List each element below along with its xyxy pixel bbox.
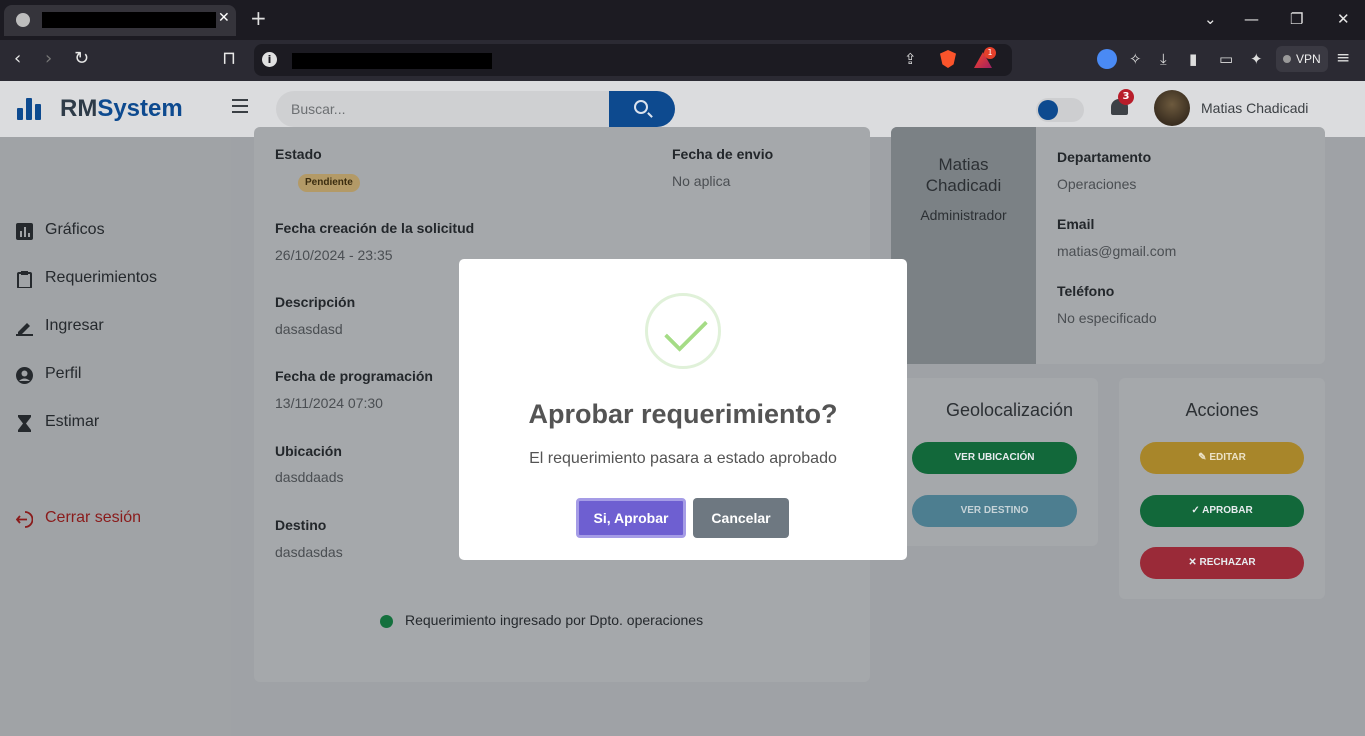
sidebar-toggle-icon[interactable]: ▮ [1189, 50, 1197, 68]
actions-title: Acciones [1185, 400, 1259, 420]
hourglass-icon [18, 415, 31, 432]
forward-icon[interactable]: › [45, 49, 52, 69]
fecha-programacion-label: Fecha de programación [275, 368, 433, 384]
ver-ubicacion-button[interactable]: VER UBICACIÓN [912, 442, 1077, 474]
rechazar-button[interactable]: ✕ RECHAZAR [1140, 547, 1304, 579]
extensions-icon[interactable]: ✧ [1129, 50, 1142, 68]
user-name[interactable]: Matias Chadicadi [1201, 100, 1308, 116]
tab-title-redacted [42, 12, 216, 28]
rewards-badge: 1 [984, 47, 996, 59]
bar-chart-icon [16, 223, 33, 240]
editar-button[interactable]: ✎ EDITAR [1140, 442, 1304, 474]
site-info-icon[interactable]: i [262, 52, 277, 67]
fecha-creacion-value: 26/10/2024 - 23:35 [275, 247, 393, 263]
cancel-button[interactable]: Cancelar [693, 498, 789, 538]
fecha-creacion-label: Fecha creación de la solicitud [275, 220, 475, 236]
user-circle-icon [16, 367, 33, 384]
telefono-value: No especificado [1057, 310, 1157, 326]
confirm-approve-button[interactable]: Si, Aprobar [576, 498, 686, 538]
download-icon[interactable]: ⤓ [1160, 50, 1167, 68]
destino-value: dasdasdas [275, 544, 343, 560]
ubicacion-value: dasddaads [275, 469, 344, 485]
fecha-envio-label: Fecha de envio [672, 146, 774, 162]
new-tab-button[interactable]: + [250, 8, 267, 28]
search-button[interactable] [609, 91, 675, 127]
dialog-title: Aprobar requerimiento? [528, 399, 838, 429]
descripcion-value: dasasdasd [275, 321, 343, 337]
reload-icon[interactable]: ↻ [74, 49, 89, 69]
browser-tab[interactable]: ✕ [4, 5, 236, 36]
wallet-icon[interactable]: ▭ [1219, 50, 1233, 68]
search-input[interactable]: Buscar... [276, 91, 610, 127]
geolocation-title: Geolocalización [945, 400, 1074, 420]
search-icon [634, 100, 648, 114]
vpn-button[interactable]: VPN [1276, 46, 1328, 72]
restore-icon[interactable]: ❐ [1290, 10, 1303, 28]
profile-role: Administrador [920, 207, 1007, 223]
globe-icon [16, 13, 30, 27]
telefono-label: Teléfono [1057, 283, 1115, 299]
pencil-icon [16, 323, 33, 336]
profile-name-line1: Matias [938, 155, 989, 174]
sidebar: Gráficos Requerimientos Ingresar Perfil … [0, 137, 231, 736]
dialog-text: El requerimiento pasara a estado aprobad… [529, 450, 837, 467]
x-icon: ✕ [1188, 557, 1200, 568]
descripcion-label: Descripción [275, 294, 356, 310]
check-circle-icon [380, 615, 393, 628]
destino-label: Destino [275, 517, 327, 533]
edit-icon: ✎ [1198, 452, 1210, 463]
url-redacted [292, 53, 492, 69]
back-icon[interactable]: ‹ [14, 49, 21, 69]
ubicacion-label: Ubicación [275, 443, 342, 459]
email-value: matias@gmail.com [1057, 243, 1177, 259]
hamburger-menu-icon[interactable] [232, 99, 248, 113]
profile-name-line2: Chadicadi [925, 176, 1002, 195]
bookmark-icon[interactable]: ⊓ [222, 49, 236, 69]
avatar[interactable] [1154, 90, 1190, 126]
fecha-programacion-value: 13/11/2024 07:30 [275, 395, 383, 411]
aprobar-button[interactable]: ✓ APROBAR [1140, 495, 1304, 527]
departamento-value: Operaciones [1057, 176, 1137, 192]
profile-card: Matias Chadicadi Administrador Departame… [891, 127, 1325, 364]
translate-extension-icon[interactable] [1097, 49, 1117, 69]
email-label: Email [1057, 216, 1095, 232]
logo-bar-chart-icon [17, 98, 43, 120]
ver-destino-button[interactable]: VER DESTINO [912, 495, 1077, 527]
estado-label: Estado [275, 146, 322, 162]
status-badge: Pendiente [298, 174, 360, 192]
share-icon[interactable]: ⇪ [904, 50, 917, 68]
address-bar[interactable]: i ⇪ 1 [254, 44, 1012, 76]
menu-icon[interactable]: ≡ [1336, 48, 1350, 68]
notification-badge: 3 [1118, 89, 1134, 105]
tab-close-icon[interactable]: ✕ [218, 10, 230, 26]
actions-card: Acciones ✎ EDITAR ✓ APROBAR ✕ RECHAZAR [1119, 378, 1325, 599]
logout-icon [16, 511, 33, 528]
check-icon: ✓ [1191, 505, 1203, 516]
clipboard-icon [17, 271, 32, 288]
confirm-dialog: Aprobar requerimiento? El requerimiento … [459, 259, 907, 560]
brand-logo[interactable]: RMSystem [60, 95, 183, 123]
browser-tab-bar: ✕ + ⌄ — ❐ ✕ [0, 0, 1365, 40]
fecha-envio-value: No aplica [672, 173, 731, 189]
leo-ai-icon[interactable]: ✦ [1250, 50, 1263, 68]
geolocation-card: Geolocalización VER UBICACIÓN VER DESTIN… [891, 378, 1098, 546]
footer-note: Requerimiento ingresado por Dpto. operac… [405, 612, 704, 628]
minimize-icon[interactable]: — [1244, 10, 1259, 28]
tab-list-chevron-icon[interactable]: ⌄ [1204, 10, 1217, 28]
departamento-label: Departamento [1057, 149, 1152, 165]
window-close-icon[interactable]: ✕ [1337, 10, 1350, 28]
brave-shields-icon[interactable] [940, 50, 956, 68]
theme-toggle[interactable] [1036, 98, 1084, 122]
browser-toolbar: ‹ › ↻ ⊓ i ⇪ 1 ✧ ⤓ ▮ ▭ ✦ VPN ≡ [0, 40, 1365, 81]
success-check-icon [645, 293, 721, 369]
